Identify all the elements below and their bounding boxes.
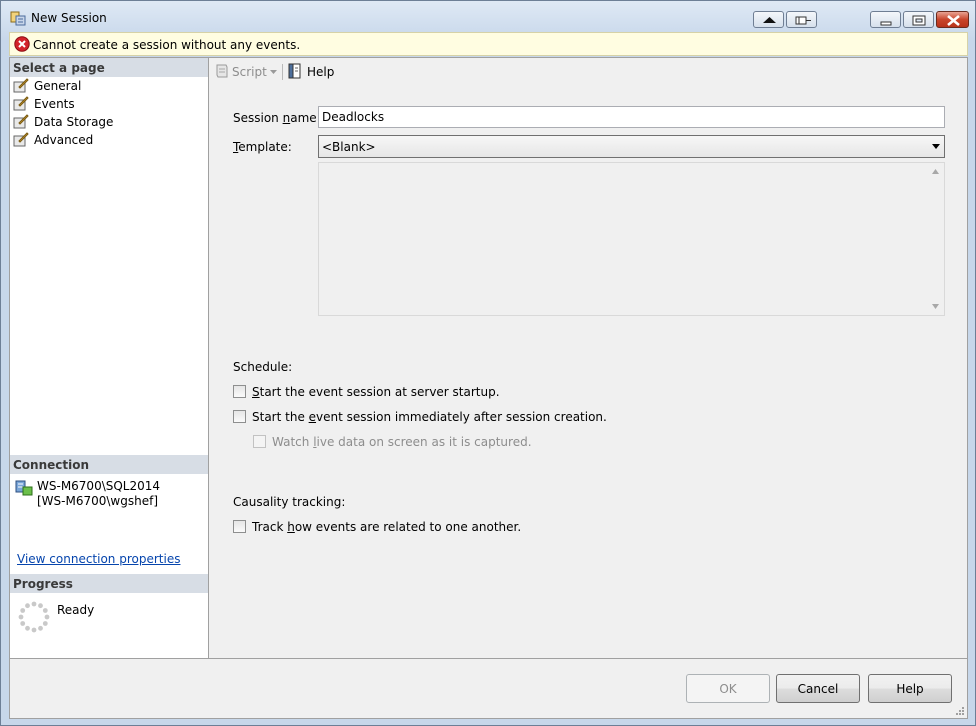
- start-immediately-label: Start the event session immediately afte…: [252, 410, 607, 424]
- template-value: <Blank>: [322, 140, 376, 154]
- page-label: Data Storage: [34, 115, 114, 129]
- help-button[interactable]: Help: [868, 674, 952, 703]
- checkbox-box[interactable]: [233, 410, 246, 423]
- error-message: Cannot create a session without any even…: [33, 38, 301, 52]
- track-causality-checkbox[interactable]: Track how events are related to one anot…: [233, 519, 521, 535]
- script-icon: [216, 64, 228, 78]
- checkbox-box[interactable]: [233, 385, 246, 398]
- window-title: New Session: [31, 11, 107, 25]
- new-session-window: New Session Cannot create a session with…: [0, 0, 976, 726]
- ok-button[interactable]: OK: [686, 674, 770, 703]
- error-infobar: Cannot create a session without any even…: [9, 32, 968, 56]
- dropdown-arrow-icon: [270, 70, 277, 74]
- help-icon: [288, 63, 301, 79]
- track-causality-label: Track how events are related to one anot…: [252, 520, 522, 534]
- script-label: Script: [232, 65, 267, 79]
- app-icon: [10, 11, 26, 26]
- dialog-client: Select a page General Events Data Storag…: [9, 57, 968, 719]
- connection-header: Connection: [10, 455, 208, 474]
- connection-user: [WS-M6700\wgshef]: [37, 494, 159, 508]
- schedule-title: Schedule:: [233, 360, 293, 374]
- template-description-box: [318, 162, 945, 316]
- close-button[interactable]: [936, 11, 969, 28]
- watch-live-data-label: Watch live data on screen as it is captu…: [272, 435, 532, 449]
- help-toolbar-label: Help: [307, 65, 335, 79]
- connection-server: WS-M6700\SQL2014: [37, 479, 161, 493]
- session-name-input[interactable]: Deadlocks: [318, 106, 945, 128]
- template-select[interactable]: <Blank>: [318, 135, 945, 158]
- title-bar[interactable]: New Session: [1, 1, 975, 32]
- chevron-down-icon: [932, 144, 940, 149]
- page-icon: [13, 96, 29, 111]
- script-button[interactable]: Script: [214, 63, 280, 81]
- progress-spinner-icon: [18, 601, 50, 633]
- pin-icon: [795, 16, 811, 25]
- left-pane: Select a page General Events Data Storag…: [10, 58, 209, 658]
- restore-icon: [912, 15, 926, 26]
- scroll-up-icon: [932, 169, 939, 174]
- page-icon: [13, 78, 29, 93]
- page-icon: [13, 114, 29, 129]
- select-page-header: Select a page: [10, 58, 208, 77]
- scroll-down-icon: [932, 304, 939, 309]
- template-label: Template:: [233, 140, 292, 154]
- pin-button[interactable]: [786, 11, 817, 28]
- checkbox-box[interactable]: [253, 435, 266, 448]
- progress-header: Progress: [10, 574, 208, 593]
- watch-live-data-checkbox[interactable]: Watch live data on screen as it is captu…: [253, 434, 532, 450]
- toolbar: Script Help: [210, 58, 968, 85]
- minimize-button[interactable]: [870, 11, 901, 28]
- move-up-button[interactable]: [753, 11, 784, 28]
- toolbar-separator: [282, 64, 283, 80]
- start-at-startup-label: Start the event session at server startu…: [252, 385, 500, 399]
- resize-grip-icon[interactable]: [955, 706, 965, 716]
- maximize-button[interactable]: [903, 11, 934, 28]
- cancel-button[interactable]: Cancel: [776, 674, 860, 703]
- view-connection-properties-link[interactable]: View connection properties: [17, 552, 180, 566]
- checkbox-box[interactable]: [233, 520, 246, 533]
- error-icon: [14, 36, 30, 52]
- page-label: General: [34, 79, 82, 93]
- progress-status: Ready: [57, 603, 95, 617]
- description-scrollbar[interactable]: [928, 163, 944, 315]
- close-icon: [947, 14, 960, 27]
- triangle-up-icon: [763, 17, 776, 23]
- page-label: Events: [34, 97, 75, 111]
- minimize-icon: [880, 21, 892, 26]
- causality-title: Causality tracking:: [233, 495, 346, 509]
- page-label: Advanced: [34, 133, 94, 147]
- server-connection-icon: [15, 480, 33, 496]
- help-toolbar-button[interactable]: Help: [287, 63, 337, 81]
- start-immediately-checkbox[interactable]: Start the event session immediately afte…: [233, 409, 607, 425]
- page-icon: [13, 132, 29, 147]
- start-at-startup-checkbox[interactable]: Start the event session at server startu…: [233, 384, 500, 400]
- session-name-label: Session name:: [233, 111, 321, 125]
- bottom-separator: [10, 658, 967, 659]
